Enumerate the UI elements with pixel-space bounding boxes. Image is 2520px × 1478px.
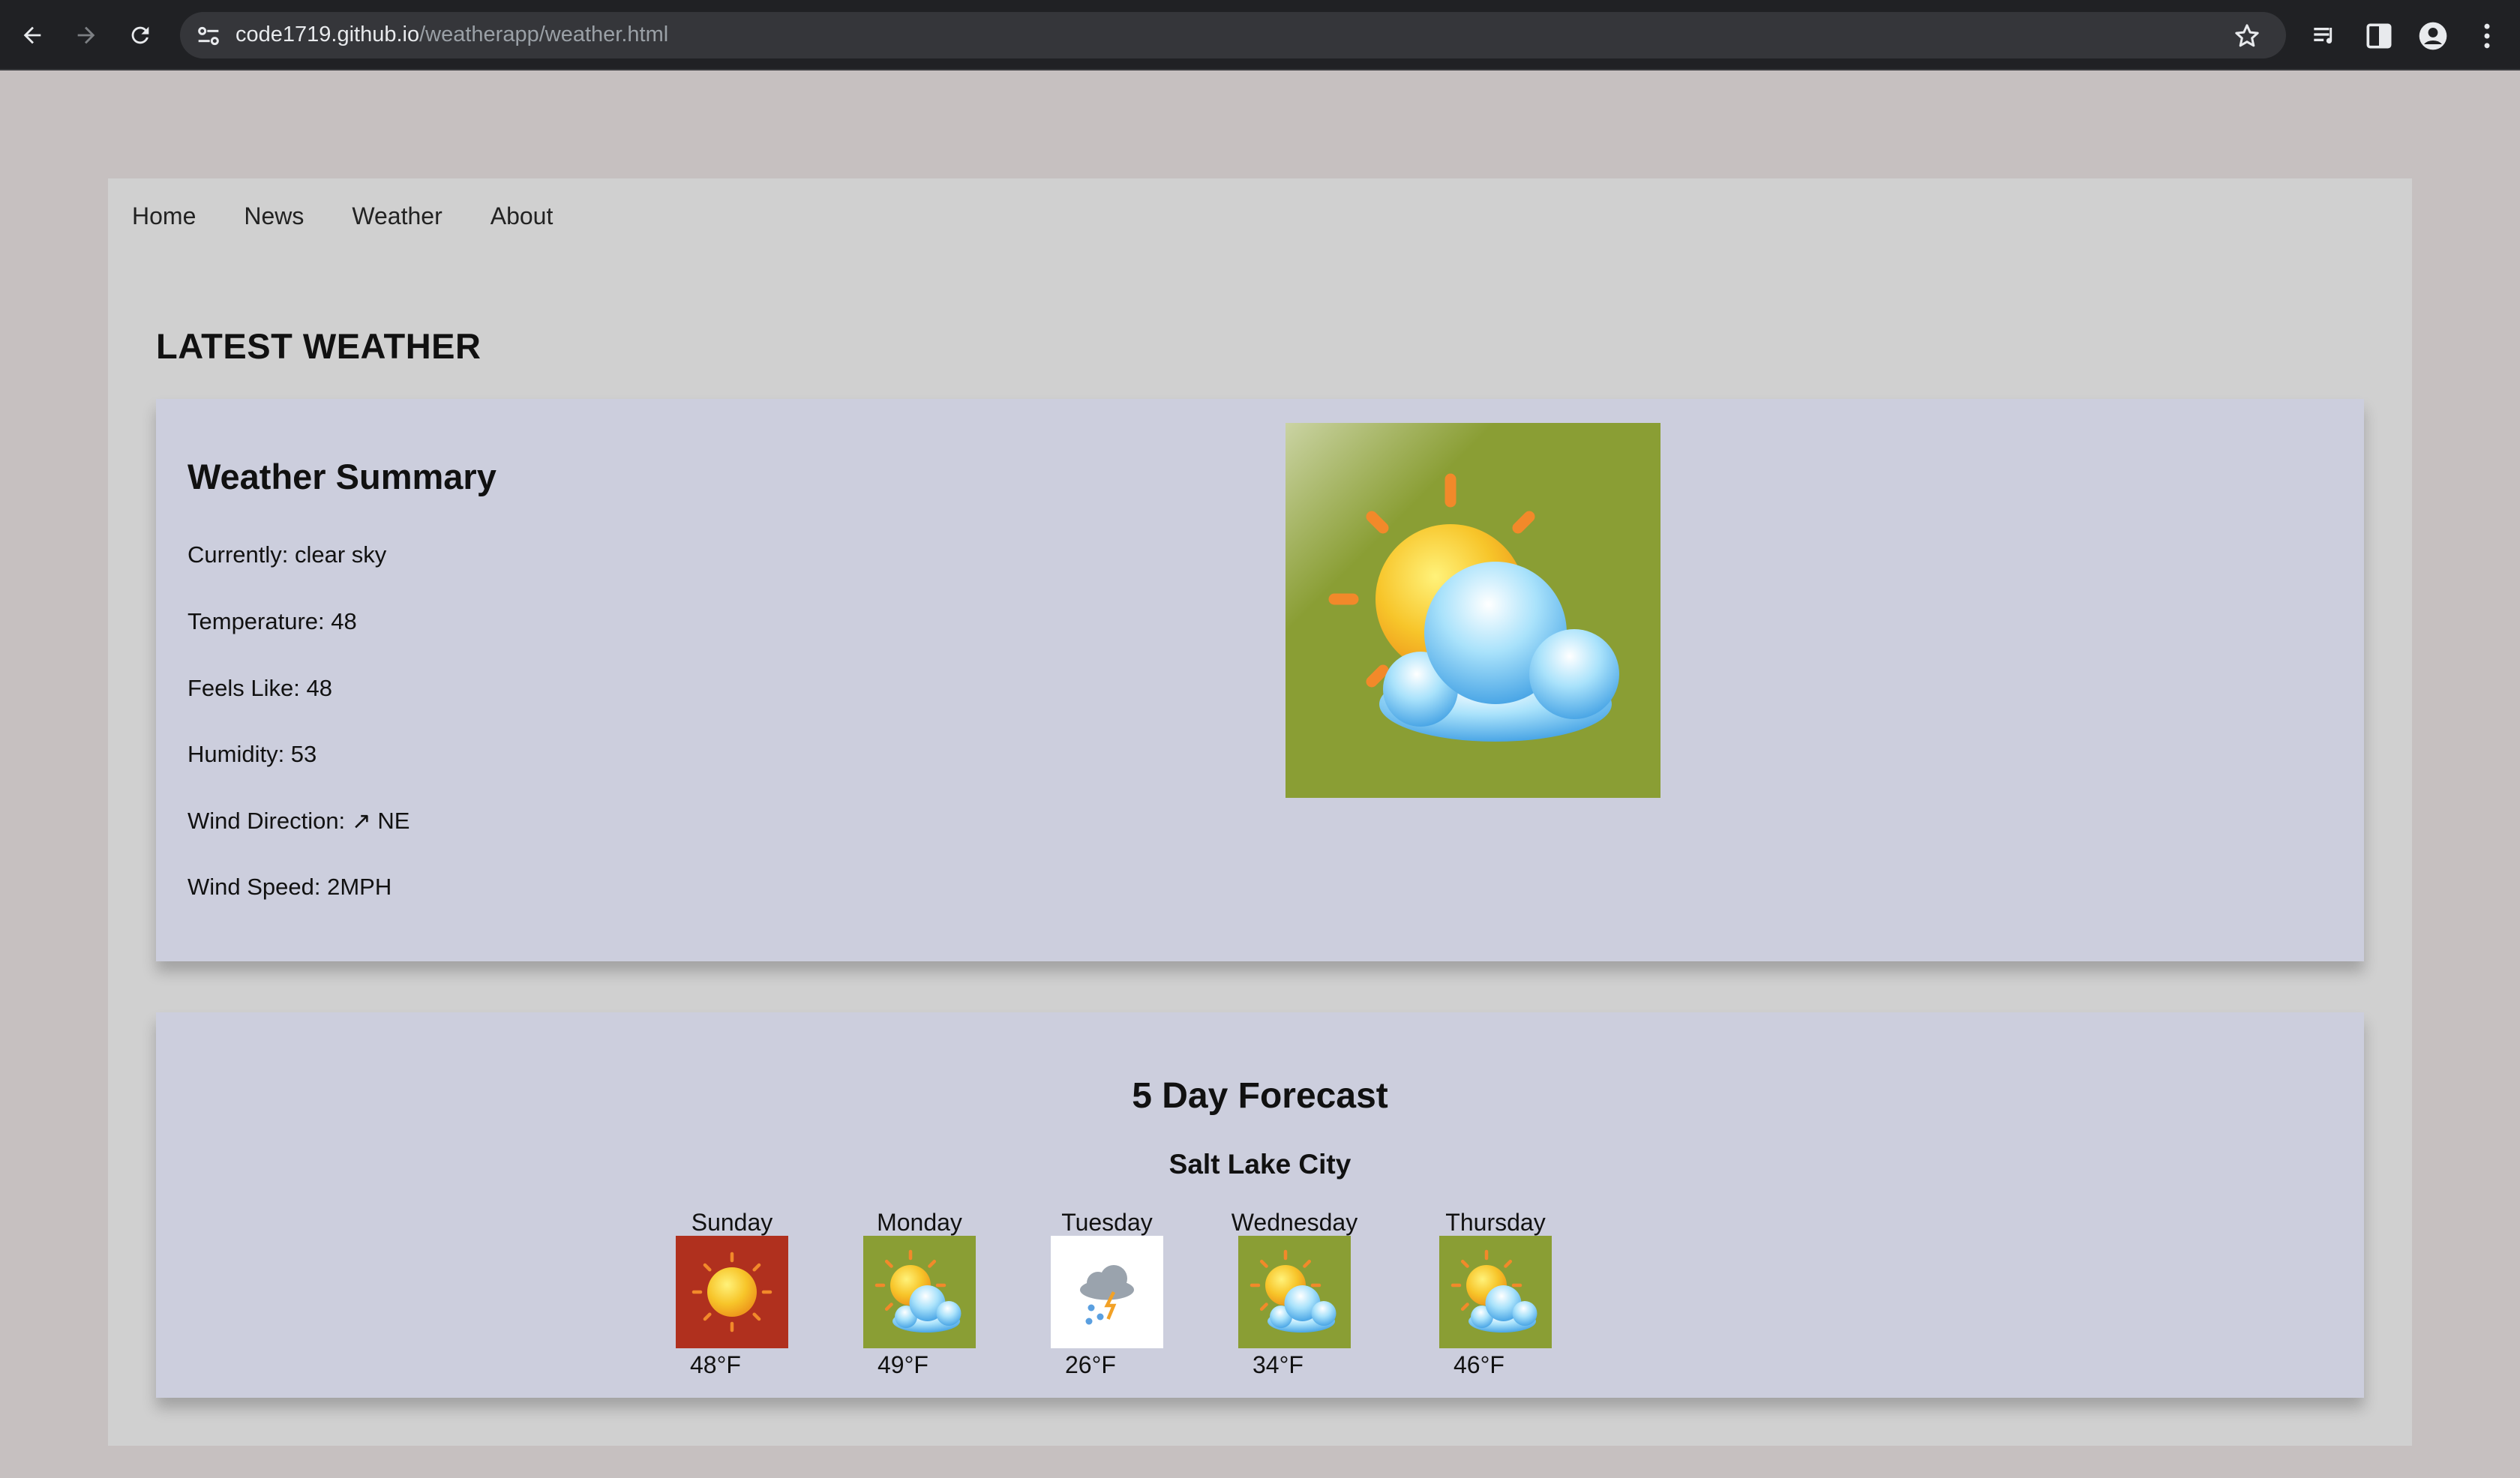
forecast-day: Monday 49°F (837, 1209, 1002, 1378)
forecast-day-name: Thursday (1445, 1209, 1546, 1236)
url-text[interactable]: code1719.github.io/weatherapp/weather.ht… (236, 21, 668, 48)
partly-cloudy-icon (1286, 423, 1660, 798)
wind-speed-value: Wind Speed: 2MPH (188, 874, 392, 900)
forecast-day: Sunday 48°F (650, 1209, 814, 1378)
reload-button[interactable] (123, 18, 158, 52)
nav-link-news[interactable]: News (244, 201, 304, 231)
forecast-city: Salt Lake City (1168, 1149, 1352, 1180)
nav-link-weather[interactable]: Weather (352, 201, 442, 231)
partly-cloudy-icon (1439, 1236, 1552, 1348)
weather-summary-panel: Weather Summary Currently: clear sky Tem… (156, 399, 2364, 961)
url-host: code1719.github.io (236, 22, 420, 46)
feels-like-value: Feels Like: 48 (188, 675, 332, 701)
forecast-day-name: Sunday (691, 1209, 773, 1236)
forecast-title: 5 Day Forecast (1132, 1076, 1388, 1116)
page-container: Home News Weather About LATEST WEATHER W… (108, 178, 2412, 1446)
forecast-day: Tuesday 26°F (1024, 1209, 1190, 1378)
more-menu-icon[interactable] (2470, 19, 2504, 52)
forecast-day-temp: 34°F (1252, 1351, 1304, 1378)
forecast-day-temp: 48°F (690, 1351, 741, 1378)
arrow-right-icon (77, 26, 95, 44)
partly-cloudy-icon (863, 1236, 976, 1348)
forecast-day-temp: 49°F (878, 1351, 928, 1378)
forecast-day-temp: 26°F (1065, 1351, 1116, 1378)
side-panel-icon[interactable] (2362, 19, 2396, 52)
url-path: /weatherapp/weather.html (419, 22, 669, 46)
arrow-left-icon (23, 26, 41, 44)
current-condition: Currently: clear sky (188, 541, 387, 568)
nav-link-about[interactable]: About (490, 201, 554, 231)
forecast-day-name: Tuesday (1061, 1209, 1153, 1236)
forecast-panel: 5 Day Forecast Salt Lake City Sunday 48°F… (156, 1012, 2364, 1398)
page-title: LATEST WEATHER (156, 326, 482, 366)
profile-avatar-icon[interactable] (2416, 19, 2450, 52)
bookmark-star-icon[interactable] (2232, 21, 2262, 51)
forecast-day: Wednesday 34°F (1212, 1209, 1377, 1378)
forecast-day-name: Wednesday (1231, 1209, 1358, 1236)
site-settings-icon[interactable] (194, 21, 224, 51)
media-control-icon[interactable] (2308, 19, 2342, 52)
nav-link-home[interactable]: Home (132, 201, 196, 231)
forecast-day-temp: 46°F (1454, 1351, 1504, 1378)
forecast-day: Thursday 46°F (1413, 1209, 1578, 1378)
temperature-value: Temperature: 48 (188, 608, 357, 634)
snow-thunder-icon (1051, 1236, 1163, 1348)
top-nav: Home News Weather About (132, 201, 553, 231)
wind-direction-value: Wind Direction: ↗ NE (188, 808, 410, 834)
forward-button[interactable] (69, 18, 104, 52)
back-button[interactable] (15, 18, 50, 52)
reload-icon (131, 26, 149, 44)
browser-toolbar: code1719.github.io/weatherapp/weather.ht… (0, 0, 2520, 70)
forecast-day-name: Monday (877, 1209, 962, 1236)
summary-title: Weather Summary (188, 457, 496, 496)
sunny-icon (676, 1236, 788, 1348)
partly-cloudy-icon (1238, 1236, 1351, 1348)
humidity-value: Humidity: 53 (188, 741, 317, 767)
